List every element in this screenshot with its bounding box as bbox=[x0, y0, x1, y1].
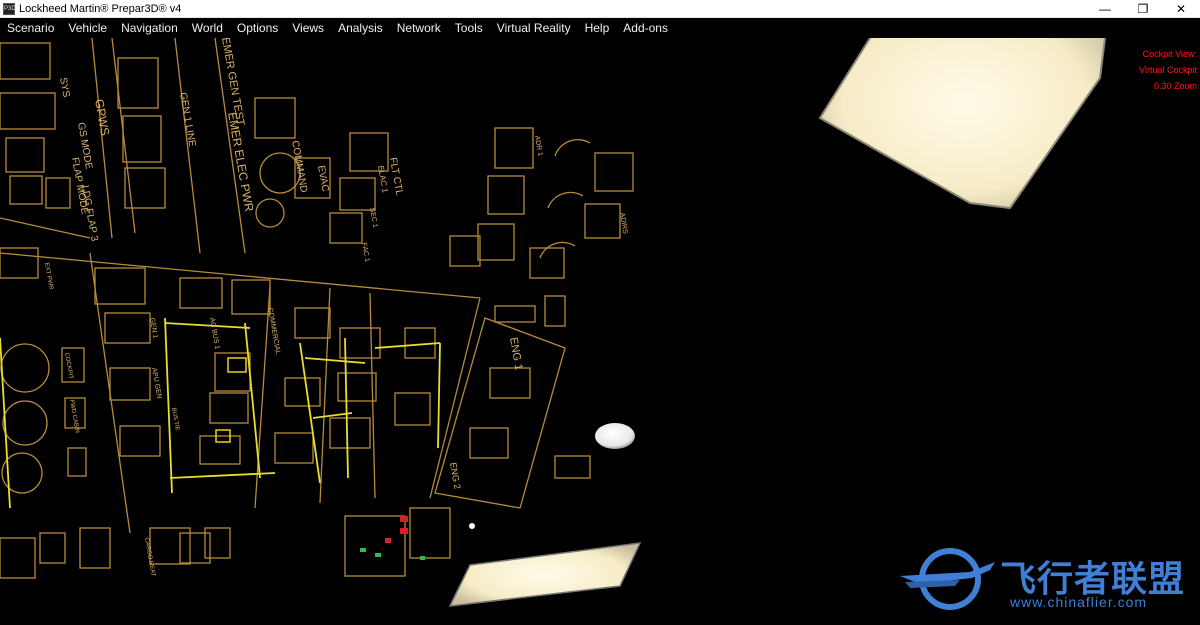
dome-light bbox=[595, 423, 635, 449]
overhead-panel-scene: SYS GPWS GS MODE FLAP MODE LDG FLAP 3 GE… bbox=[0, 38, 1107, 607]
label-adr1: ADR 1 bbox=[533, 135, 543, 157]
close-button[interactable]: ✕ bbox=[1162, 0, 1200, 18]
label-cockpit: COCKPIT bbox=[63, 352, 74, 380]
menu-scenario[interactable]: Scenario bbox=[0, 21, 61, 35]
view-info-overlay: Cockpit View: Virtual Cockpit 0.30 Zoom bbox=[1139, 46, 1197, 94]
menu-tools[interactable]: Tools bbox=[448, 21, 490, 35]
menu-navigation[interactable]: Navigation bbox=[114, 21, 185, 35]
watermark: 飞行者联盟 www.chinaflier.com bbox=[900, 544, 1190, 614]
menu-virtual-reality[interactable]: Virtual Reality bbox=[490, 21, 578, 35]
label-commercial: COMMERCIAL bbox=[266, 307, 281, 355]
label-fac1: FAC 1 bbox=[360, 242, 370, 262]
window-title: Lockheed Martin® Prepar3D® v4 bbox=[19, 2, 182, 15]
menu-views[interactable]: Views bbox=[285, 21, 331, 35]
label-gen1-line: GEN 1 LINE bbox=[177, 92, 197, 148]
label-eng2: ENG 2 bbox=[448, 462, 463, 490]
view-info-line2: Virtual Cockpit bbox=[1139, 65, 1197, 75]
menu-add-ons[interactable]: Add-ons bbox=[616, 21, 675, 35]
overhead-panel-linework bbox=[0, 38, 634, 579]
restore-button[interactable]: ❐ bbox=[1124, 0, 1162, 18]
menu-options[interactable]: Options bbox=[230, 21, 285, 35]
label-eng1: ENG 1 bbox=[507, 336, 525, 371]
label-ac-bus1: AC BUS 1 bbox=[208, 317, 220, 350]
watermark-url: www.chinaflier.com bbox=[1010, 594, 1148, 610]
watermark-logo-icon bbox=[900, 548, 995, 610]
label-cargo-heat: CARGO HEAT bbox=[143, 537, 156, 577]
label-gpws: GPWS bbox=[92, 98, 112, 137]
window-title-bar: P3D Lockheed Martin® Prepar3D® v4 — ❐ ✕ bbox=[0, 0, 1200, 18]
app-icon: P3D bbox=[3, 2, 16, 15]
label-sec1: SEC 1 bbox=[368, 207, 378, 228]
sim-viewport[interactable]: SYS GPWS GS MODE FLAP MODE LDG FLAP 3 GE… bbox=[0, 38, 1200, 625]
menu-bar: Scenario Vehicle Navigation World Option… bbox=[0, 18, 1200, 38]
panel-labels: SYS GPWS GS MODE FLAP MODE LDG FLAP 3 GE… bbox=[43, 38, 629, 577]
window-controls: — ❐ ✕ bbox=[1086, 0, 1200, 18]
ceiling-light-top bbox=[818, 38, 1107, 210]
menu-network[interactable]: Network bbox=[390, 21, 448, 35]
view-info-line3: 0.30 Zoom bbox=[1153, 81, 1197, 91]
label-evac: EVAC bbox=[315, 165, 330, 193]
label-bus-tie: BUS TIE bbox=[170, 407, 180, 431]
menu-analysis[interactable]: Analysis bbox=[331, 21, 390, 35]
label-emer-elec-pwr: EMER ELEC PWR bbox=[225, 111, 256, 213]
menu-vehicle[interactable]: Vehicle bbox=[61, 21, 114, 35]
label-sys: SYS bbox=[57, 77, 71, 99]
label-ext-pwr: EXT PWR bbox=[43, 262, 54, 291]
minimize-button[interactable]: — bbox=[1086, 0, 1124, 18]
label-command: COMMAND bbox=[289, 140, 309, 194]
ceiling-light-bottom bbox=[448, 542, 642, 607]
menu-help[interactable]: Help bbox=[578, 21, 617, 35]
menu-world[interactable]: World bbox=[185, 21, 230, 35]
label-apu-gen: APU GEN bbox=[150, 367, 162, 399]
view-info-line1: Cockpit View: bbox=[1142, 49, 1197, 59]
